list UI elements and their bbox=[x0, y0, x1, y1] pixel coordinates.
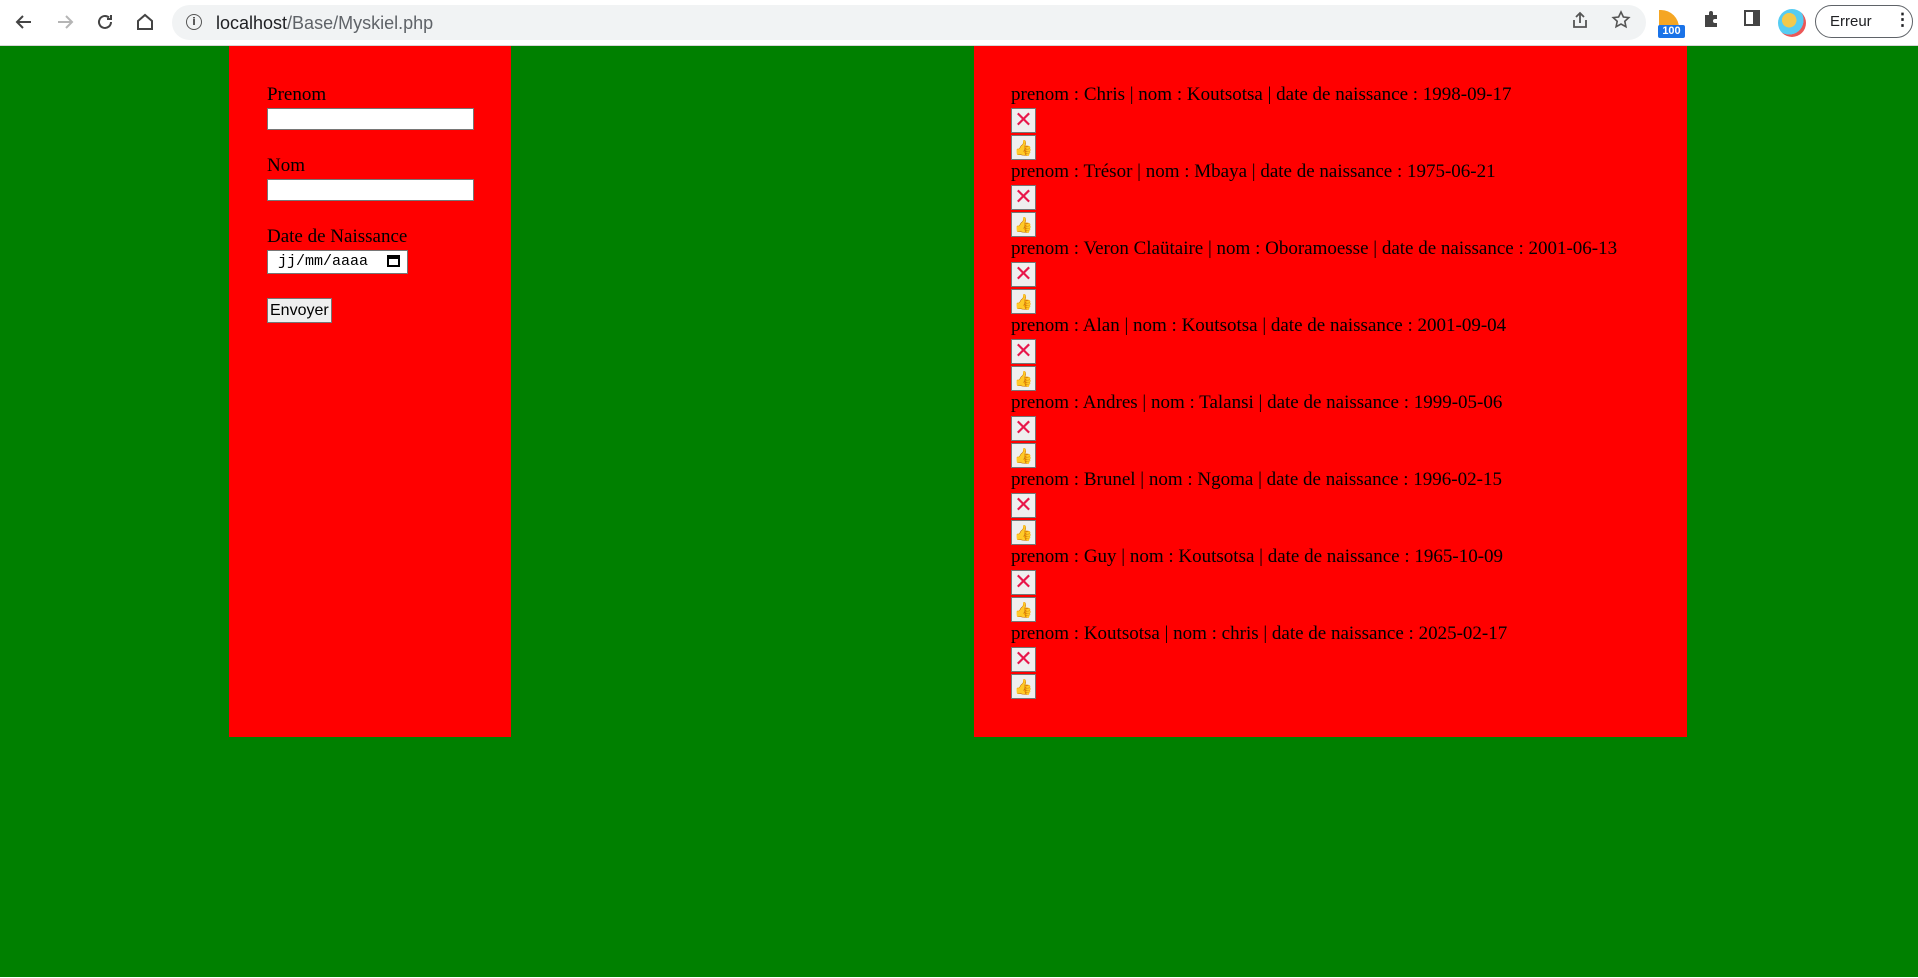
thumbs-up-icon: 👍 bbox=[1014, 138, 1033, 157]
like-button[interactable]: 👍 bbox=[1011, 289, 1036, 314]
close-x-icon: ✕ bbox=[1014, 570, 1033, 595]
like-button[interactable]: 👍 bbox=[1011, 135, 1036, 160]
entry-text: prenom : Chris | nom : Koutsotsa | date … bbox=[1011, 84, 1512, 105]
list-item: prenom : Trésor | nom : Mbaya | date de … bbox=[1011, 161, 1681, 238]
reload-icon bbox=[98, 14, 112, 29]
extension-rss-button[interactable]: 100 bbox=[1658, 10, 1685, 40]
like-button[interactable]: 👍 bbox=[1011, 597, 1036, 622]
star-icon[interactable] bbox=[1608, 10, 1634, 36]
page-body: Prenom Nom Date de Naissance jj/mm/aaaa … bbox=[0, 46, 1918, 977]
delete-button[interactable]: ✕ bbox=[1011, 416, 1036, 441]
back-button[interactable] bbox=[8, 6, 40, 38]
date-naissance-input[interactable]: jj/mm/aaaa bbox=[267, 250, 408, 274]
entry-text: prenom : Koutsotsa | nom : chris | date … bbox=[1011, 623, 1508, 644]
entry-text: prenom : Andres | nom : Talansi | date d… bbox=[1011, 392, 1503, 413]
arrow-right-icon bbox=[58, 15, 74, 29]
list-item: prenom : Brunel | nom : Ngoma | date de … bbox=[1011, 469, 1681, 546]
nom-label: Nom bbox=[267, 155, 305, 176]
close-x-icon: ✕ bbox=[1014, 647, 1033, 672]
delete-button[interactable]: ✕ bbox=[1011, 262, 1036, 287]
people-list: prenom : Chris | nom : Koutsotsa | date … bbox=[974, 46, 1687, 737]
url-path: /Base/Myskiel.php bbox=[287, 13, 434, 33]
like-button[interactable]: 👍 bbox=[1011, 674, 1036, 699]
close-x-icon: ✕ bbox=[1014, 108, 1033, 133]
thumbs-up-icon: 👍 bbox=[1014, 292, 1033, 311]
delete-button[interactable]: ✕ bbox=[1011, 493, 1036, 518]
like-button[interactable]: 👍 bbox=[1011, 443, 1036, 468]
envoyer-button[interactable]: Envoyer bbox=[267, 298, 332, 323]
date-placeholder: jj/mm/aaaa bbox=[278, 253, 369, 270]
thumbs-up-icon: 👍 bbox=[1014, 677, 1033, 696]
close-x-icon: ✕ bbox=[1014, 339, 1033, 364]
like-button[interactable]: 👍 bbox=[1011, 212, 1036, 237]
thumbs-up-icon: 👍 bbox=[1014, 523, 1033, 542]
home-icon bbox=[137, 13, 153, 30]
share-icon[interactable] bbox=[1567, 10, 1593, 36]
prenom-input[interactable] bbox=[267, 108, 474, 130]
calendar-icon[interactable] bbox=[387, 255, 400, 267]
list-item: prenom : Veron Claütaire | nom : Oboramo… bbox=[1011, 238, 1681, 315]
delete-button[interactable]: ✕ bbox=[1011, 647, 1036, 672]
list-item: prenom : Koutsotsa | nom : chris | date … bbox=[1011, 623, 1681, 700]
entry-text: prenom : Alan | nom : Koutsotsa | date d… bbox=[1011, 315, 1507, 336]
url-host: localhost bbox=[216, 13, 288, 33]
like-button[interactable]: 👍 bbox=[1011, 520, 1036, 545]
url-text[interactable]: localhost/Base/Myskiel.php bbox=[216, 13, 433, 34]
thumbs-up-icon: 👍 bbox=[1014, 215, 1033, 234]
close-x-icon: ✕ bbox=[1014, 416, 1033, 441]
forward-button[interactable] bbox=[49, 6, 81, 38]
thumbs-up-icon: 👍 bbox=[1014, 369, 1033, 388]
delete-button[interactable]: ✕ bbox=[1011, 108, 1036, 133]
like-button[interactable]: 👍 bbox=[1011, 366, 1036, 391]
close-x-icon: ✕ bbox=[1014, 185, 1033, 210]
side-panel-icon[interactable] bbox=[1738, 8, 1766, 36]
date-naissance-label: Date de Naissance bbox=[267, 226, 408, 247]
entry-text: prenom : Brunel | nom : Ngoma | date de … bbox=[1011, 469, 1502, 490]
close-x-icon: ✕ bbox=[1014, 262, 1033, 287]
browser-toolbar: i localhost/Base/Myskiel.php 100 Erreur … bbox=[0, 0, 1918, 46]
extension-badge: 100 bbox=[1658, 25, 1685, 38]
list-item: prenom : Guy | nom : Koutsotsa | date de… bbox=[1011, 546, 1681, 623]
prenom-label: Prenom bbox=[267, 84, 327, 105]
puzzle-icon[interactable] bbox=[1698, 8, 1726, 36]
profile-error-button[interactable]: Erreur ⋮ bbox=[1815, 5, 1913, 38]
entry-text: prenom : Trésor | nom : Mbaya | date de … bbox=[1011, 161, 1496, 182]
info-icon[interactable]: i bbox=[186, 14, 202, 30]
list-item: prenom : Andres | nom : Talansi | date d… bbox=[1011, 392, 1681, 469]
delete-button[interactable]: ✕ bbox=[1011, 339, 1036, 364]
kebab-menu-icon[interactable]: ⋮ bbox=[1894, 10, 1911, 30]
thumbs-up-icon: 👍 bbox=[1014, 600, 1033, 619]
entry-text: prenom : Guy | nom : Koutsotsa | date de… bbox=[1011, 546, 1504, 567]
nom-input[interactable] bbox=[267, 179, 474, 201]
arrow-left-icon bbox=[15, 15, 31, 29]
avatar[interactable] bbox=[1778, 9, 1806, 37]
person-form: Prenom Nom Date de Naissance jj/mm/aaaa … bbox=[229, 46, 511, 737]
delete-button[interactable]: ✕ bbox=[1011, 185, 1036, 210]
profile-label: Erreur bbox=[1830, 13, 1872, 30]
home-button[interactable] bbox=[129, 6, 161, 38]
close-x-icon: ✕ bbox=[1014, 493, 1033, 518]
entry-text: prenom : Veron Claütaire | nom : Oboramo… bbox=[1011, 238, 1618, 259]
reload-button[interactable] bbox=[89, 6, 121, 38]
thumbs-up-icon: 👍 bbox=[1014, 446, 1033, 465]
list-item: prenom : Chris | nom : Koutsotsa | date … bbox=[1011, 84, 1681, 161]
address-bar[interactable]: i localhost/Base/Myskiel.php bbox=[172, 5, 1646, 40]
list-item: prenom : Alan | nom : Koutsotsa | date d… bbox=[1011, 315, 1681, 392]
delete-button[interactable]: ✕ bbox=[1011, 570, 1036, 595]
